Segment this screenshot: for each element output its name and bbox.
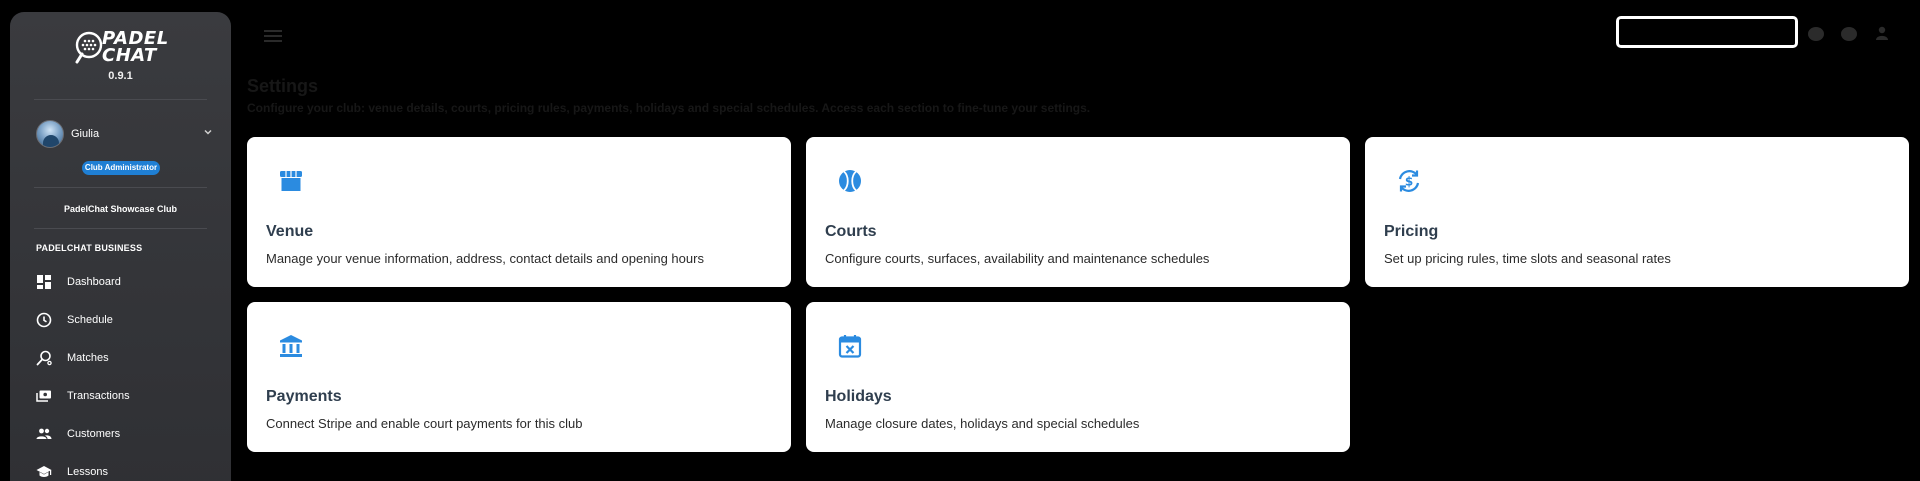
brand-name: PADEL CHAT xyxy=(102,28,169,66)
payments-icon xyxy=(36,390,51,402)
card-title: Payments xyxy=(266,388,342,405)
card-description: Connect Stripe and enable court payments… xyxy=(266,416,583,431)
avatar xyxy=(36,120,64,148)
sidebar-item-schedule[interactable]: Schedule xyxy=(36,309,216,337)
divider xyxy=(34,99,207,100)
club-name: PadelChat Showcase Club xyxy=(63,204,178,214)
sidebar-item-label: Schedule xyxy=(67,314,113,326)
card-description: Set up pricing rules, time slots and sea… xyxy=(1384,251,1671,266)
card-title: Courts xyxy=(825,223,877,240)
settings-card-courts[interactable]: Courts Configure courts, surfaces, avail… xyxy=(806,137,1350,287)
card-title: Pricing xyxy=(1384,223,1439,240)
sidebar-item-customers[interactable]: Customers xyxy=(36,423,216,451)
sidebar: PADEL CHAT 0.9.1 Giulia Club Administrat… xyxy=(10,12,231,481)
nav-section-label: PADELCHAT BUSINESS xyxy=(36,243,143,253)
currency-exchange-icon: $ xyxy=(1398,170,1420,192)
page-title: Settings xyxy=(247,76,319,96)
people-icon xyxy=(36,428,52,439)
settings-card-holidays[interactable]: Holidays Manage closure dates, holidays … xyxy=(806,302,1350,452)
card-title: Holidays xyxy=(825,388,892,405)
divider xyxy=(34,228,207,229)
account-icon[interactable] xyxy=(1874,25,1890,41)
svg-text:$: $ xyxy=(1405,175,1413,189)
storefront-icon xyxy=(280,171,302,191)
card-description: Manage closure dates, holidays and speci… xyxy=(825,416,1140,431)
clock-icon xyxy=(36,312,52,328)
user-menu[interactable]: Giulia xyxy=(36,120,216,152)
search-input[interactable] xyxy=(1616,16,1798,48)
event-busy-icon xyxy=(838,335,862,358)
settings-card-pricing[interactable]: $ Pricing Set up pricing rules, time slo… xyxy=(1365,137,1909,287)
ball-icon xyxy=(839,170,861,192)
user-name: Giulia xyxy=(71,128,100,140)
sidebar-item-dashboard[interactable]: Dashboard xyxy=(36,271,216,299)
hamburger-menu-icon[interactable] xyxy=(264,29,282,43)
notifications-icon[interactable] xyxy=(1808,27,1824,41)
dashboard-icon xyxy=(37,275,51,289)
racket-icon xyxy=(36,350,52,366)
sidebar-item-lessons[interactable]: Lessons xyxy=(36,461,216,481)
card-title: Venue xyxy=(266,223,314,240)
sidebar-item-matches[interactable]: Matches xyxy=(36,347,216,375)
chevron-down-icon[interactable] xyxy=(202,126,214,138)
sidebar-item-label: Dashboard xyxy=(67,276,121,288)
app-root: PADEL CHAT 0.9.1 Giulia Club Administrat… xyxy=(0,0,1920,481)
app-version: 0.9.1 xyxy=(108,70,133,82)
role-badge: Club Administrator xyxy=(82,161,160,175)
school-icon xyxy=(36,466,52,477)
sidebar-item-label: Customers xyxy=(67,428,121,440)
sidebar-item-label: Lessons xyxy=(67,466,108,478)
bank-icon xyxy=(280,335,302,357)
settings-icon[interactable] xyxy=(1841,27,1857,41)
page-subtitle: Configure your club: venue details, cour… xyxy=(247,101,1091,115)
card-description: Configure courts, surfaces, availability… xyxy=(825,251,1210,266)
sidebar-item-transactions[interactable]: Transactions xyxy=(36,385,216,413)
sidebar-item-label: Matches xyxy=(67,352,109,364)
sidebar-item-label: Transactions xyxy=(67,390,130,402)
settings-card-venue[interactable]: Venue Manage your venue information, add… xyxy=(247,137,791,287)
settings-card-payments[interactable]: Payments Connect Stripe and enable court… xyxy=(247,302,791,452)
card-description: Manage your venue information, address, … xyxy=(266,251,704,266)
divider xyxy=(34,187,207,188)
